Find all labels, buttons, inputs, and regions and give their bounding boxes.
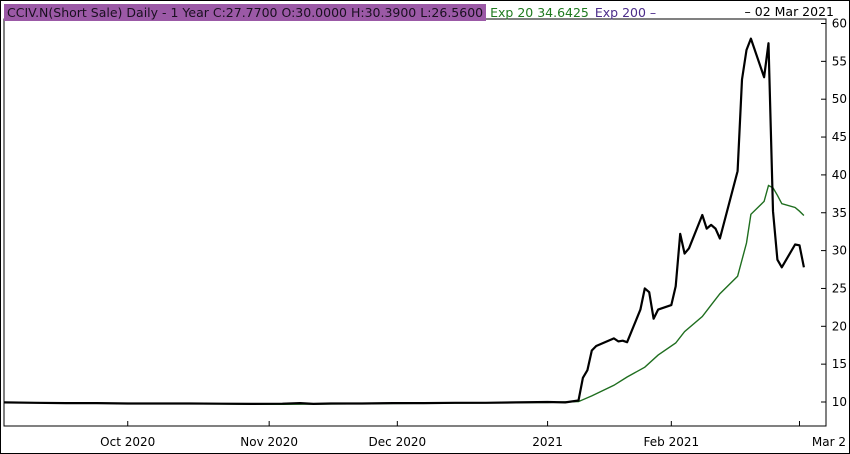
y-tick-label: 45 xyxy=(832,130,847,144)
symbol-info[interactable]: CCIV.N(Short Sale) Daily - 1 Year C:27.7… xyxy=(4,4,487,21)
x-tick-label: Oct 2020 xyxy=(100,435,155,449)
y-tick-label: 10 xyxy=(832,395,847,409)
x-tick-label: Feb 2021 xyxy=(644,435,700,449)
x-tick-label: Nov 2020 xyxy=(240,435,298,449)
chart-header: CCIV.N(Short Sale) Daily - 1 Year C:27.7… xyxy=(4,4,656,21)
y-tick-label: 60 xyxy=(832,17,847,31)
ema200-legend: Exp 200 – xyxy=(594,5,657,20)
y-axis: 10 15 20 25 30 35 40 45 50 55 60 xyxy=(821,17,847,409)
x-tick-label: Mar 2 xyxy=(812,435,846,449)
y-tick-label: 25 xyxy=(832,281,847,295)
chart-window: 10 15 20 25 30 35 40 45 50 55 60 Oct 2020 Nov 2020 D… xyxy=(0,0,850,454)
ema20-series-line xyxy=(3,184,805,406)
current-date-label: – 02 Mar 2021 xyxy=(744,4,834,19)
y-tick-label: 55 xyxy=(832,54,847,68)
x-tick-label: 2021 xyxy=(532,435,563,449)
y-tick-label: 40 xyxy=(832,168,847,182)
price-series-line xyxy=(3,37,805,405)
y-tick-label: 50 xyxy=(832,92,847,106)
y-tick-label: 20 xyxy=(832,319,847,333)
chart-canvas[interactable]: 10 15 20 25 30 35 40 45 50 55 60 Oct 2020 Nov 2020 D… xyxy=(0,0,850,454)
x-axis: Oct 2020 Nov 2020 Dec 2020 2021 Feb 2021 Mar … xyxy=(100,421,846,449)
ema20-legend: Exp 20 34.6425 xyxy=(490,5,589,20)
x-tick-label: Dec 2020 xyxy=(369,435,427,449)
y-tick-label: 15 xyxy=(832,357,847,371)
y-tick-label: 35 xyxy=(832,206,847,220)
plot-border xyxy=(3,18,827,427)
y-tick-label: 30 xyxy=(832,244,847,258)
